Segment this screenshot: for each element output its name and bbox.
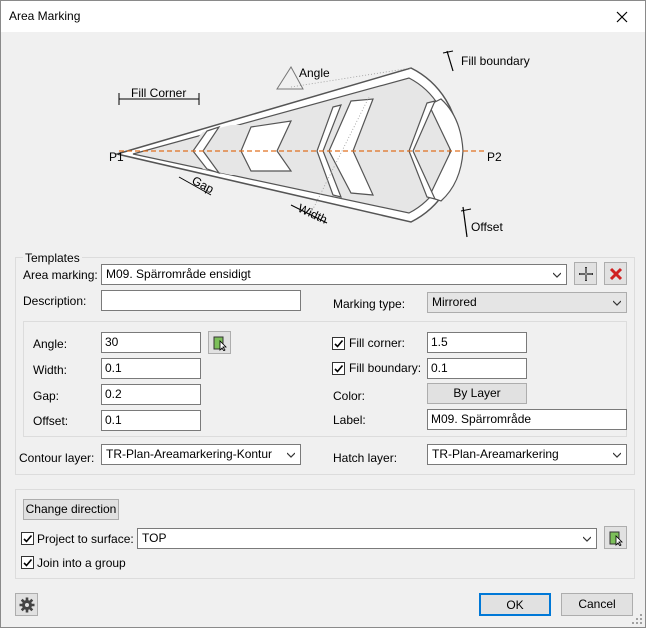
fill-corner-input[interactable]: 1.5 — [427, 332, 527, 353]
join-group-label: Join into a group — [37, 556, 126, 570]
area-marking-dialog: Area Marking Fill Corner Angle Fill boun… — [0, 0, 646, 628]
chevron-down-icon — [287, 452, 295, 458]
project-to-surface-label: Project to surface: — [37, 532, 134, 546]
fill-boundary-checkbox[interactable] — [332, 362, 345, 375]
project-to-surface-checkbox[interactable] — [21, 532, 34, 545]
fill-boundary-input[interactable]: 0.1 — [427, 358, 527, 379]
gap-label: Gap: — [33, 389, 60, 403]
label-angle: Angle — [299, 66, 330, 80]
label-width: Width — [296, 201, 330, 227]
title-bar: Area Marking — [1, 1, 645, 32]
close-icon — [616, 11, 628, 22]
templates-legend: Templates — [23, 251, 82, 265]
area-marking-value: M09. Spärrområde ensidigt — [106, 267, 251, 281]
marking-type-dropdown[interactable]: Mirrored — [427, 292, 627, 313]
label-fill-boundary: Fill boundary — [461, 54, 530, 68]
checkmark-icon — [334, 339, 344, 348]
cancel-button[interactable]: Cancel — [561, 593, 633, 616]
gap-input[interactable]: 0.2 — [101, 384, 201, 405]
pick-surface-button[interactable] — [604, 526, 627, 549]
marking-type-label: Marking type: — [333, 297, 406, 311]
description-label: Description: — [23, 294, 87, 308]
resize-grip-icon[interactable] — [631, 613, 643, 625]
checkmark-icon — [334, 364, 344, 373]
join-group-checkbox[interactable] — [21, 556, 34, 569]
delete-template-button[interactable] — [604, 262, 627, 285]
color-label: Color: — [333, 389, 366, 403]
chevron-down-icon — [553, 272, 561, 278]
area-marking-dropdown[interactable]: M09. Spärrområde ensidigt — [101, 264, 567, 285]
ok-button[interactable]: OK — [479, 593, 551, 616]
offset-input[interactable]: 0.1 — [101, 410, 201, 431]
chevron-down-icon — [613, 452, 621, 458]
angle-input[interactable]: 30 — [101, 332, 201, 353]
pick-point-icon — [213, 336, 227, 351]
checkmark-icon — [23, 558, 33, 567]
description-input[interactable] — [101, 290, 301, 311]
label-input[interactable]: M09. Spärrområde — [427, 409, 627, 430]
area-marking-diagram: Fill Corner Angle Fill boundary P1 P2 Ga… — [109, 50, 530, 238]
label-offset: Offset — [471, 220, 503, 234]
pick-angle-button[interactable] — [208, 331, 231, 354]
settings-button[interactable] — [15, 593, 38, 616]
contour-layer-value: TR-Plan-Areamarkering-Kontur — [106, 447, 273, 461]
pick-point-icon — [609, 531, 623, 546]
window-title: Area Marking — [9, 9, 81, 23]
plus-icon — [578, 266, 593, 281]
offset-label: Offset: — [33, 414, 69, 428]
hatch-layer-dropdown[interactable]: TR-Plan-Areamarkering — [427, 444, 627, 465]
width-input[interactable]: 0.1 — [101, 358, 201, 379]
surface-dropdown[interactable]: TOP — [137, 528, 597, 549]
surface-value: TOP — [142, 531, 167, 545]
label-p2: P2 — [487, 150, 502, 164]
color-button[interactable]: By Layer — [427, 383, 527, 404]
angle-label: Angle: — [33, 337, 68, 351]
fill-corner-label: Fill corner: — [349, 336, 406, 350]
fill-corner-checkbox[interactable] — [332, 337, 345, 350]
width-label: Width: — [33, 363, 68, 377]
close-button[interactable] — [599, 1, 645, 32]
hatch-layer-label: Hatch layer: — [333, 451, 398, 465]
gear-icon — [19, 597, 34, 612]
area-marking-label: Area marking: — [23, 268, 98, 282]
marking-type-value: Mirrored — [432, 295, 477, 309]
change-direction-button[interactable]: Change direction — [23, 499, 119, 520]
label-p1: P1 — [109, 150, 124, 164]
add-template-button[interactable] — [574, 262, 597, 285]
checkmark-icon — [23, 534, 33, 543]
fill-boundary-label: Fill boundary: — [349, 361, 422, 375]
chevron-down-icon — [613, 300, 621, 306]
label-label: Label: — [333, 413, 366, 427]
contour-layer-label: Contour layer: — [19, 451, 95, 465]
label-fill-corner: Fill Corner — [131, 86, 186, 100]
hatch-layer-value: TR-Plan-Areamarkering — [432, 447, 559, 461]
red-x-icon — [609, 267, 622, 280]
contour-layer-dropdown[interactable]: TR-Plan-Areamarkering-Kontur — [101, 444, 301, 465]
chevron-down-icon — [583, 536, 591, 542]
